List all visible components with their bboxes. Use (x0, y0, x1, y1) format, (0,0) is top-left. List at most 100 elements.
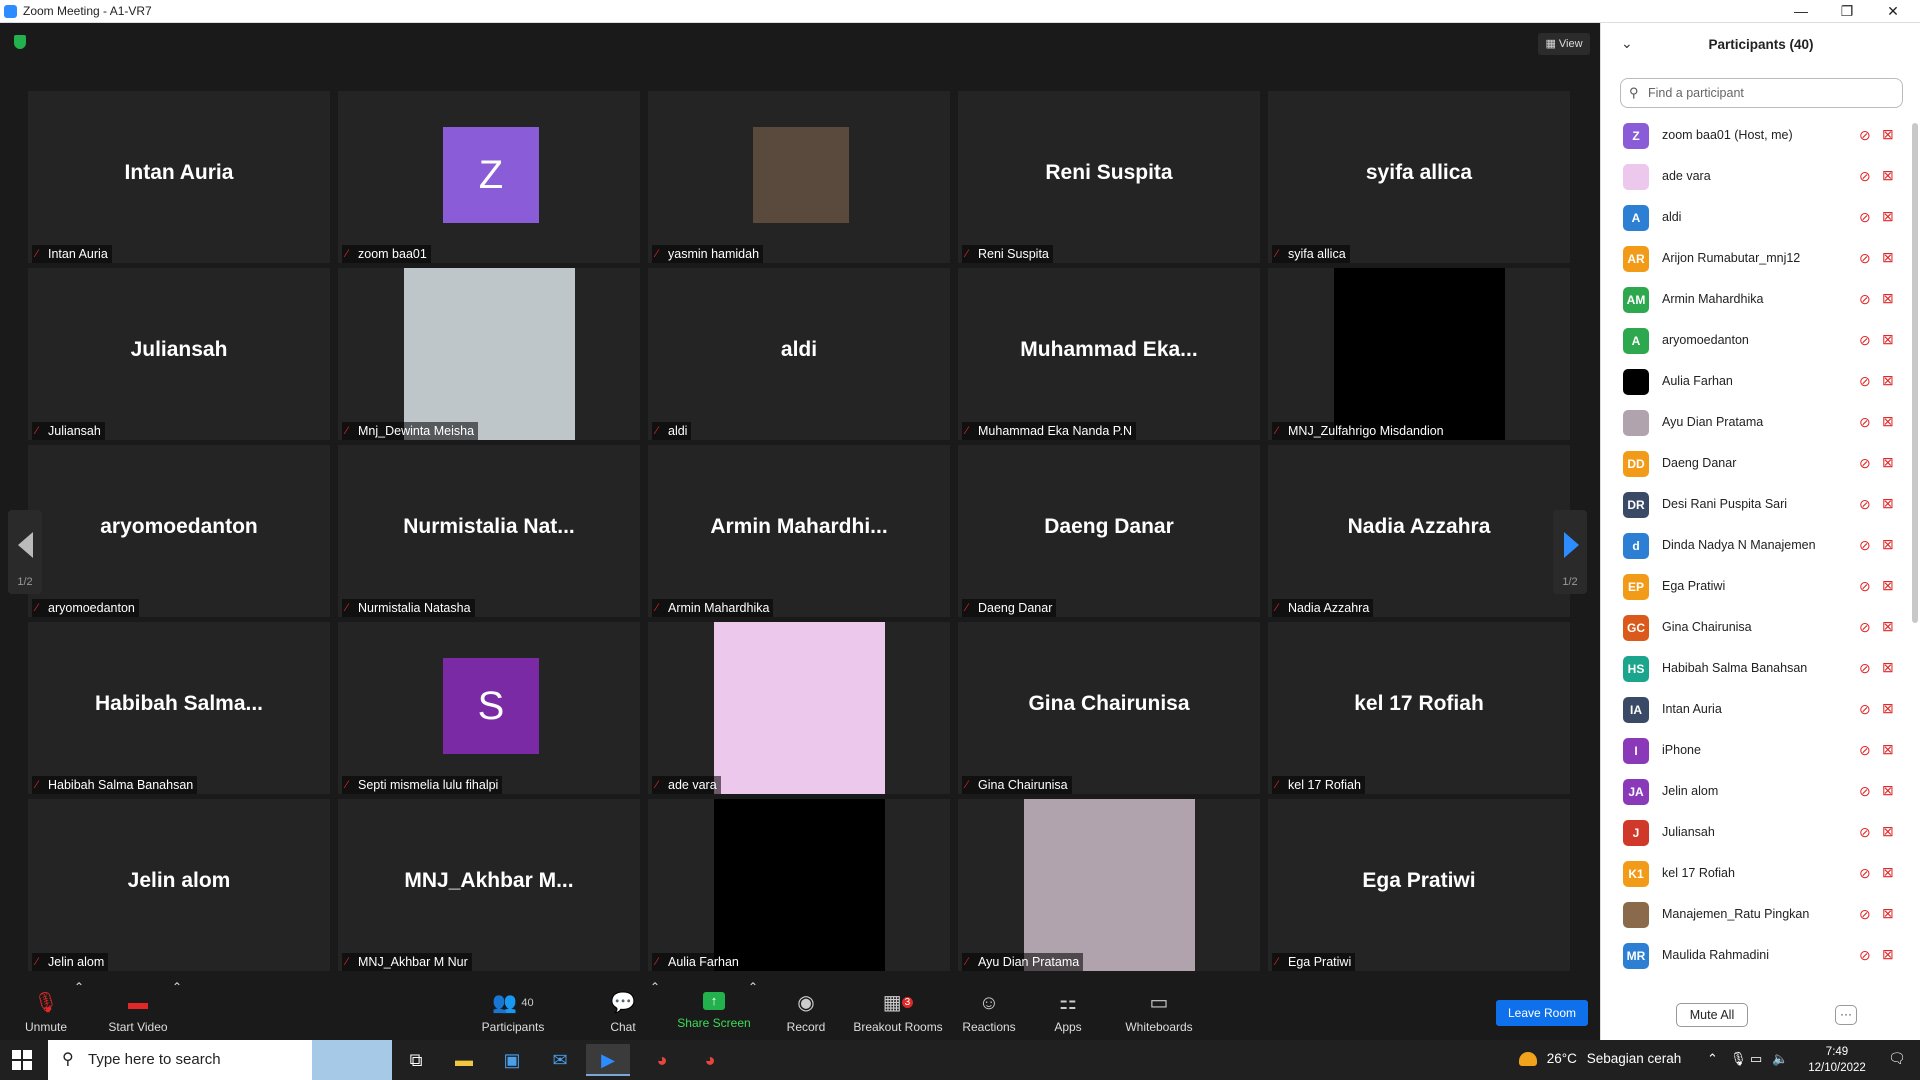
participant-video-tile[interactable]: ⁄ Aulia Farhan (648, 799, 950, 971)
mic-muted-icon: ⊘ (1859, 742, 1871, 758)
participant-video-tile[interactable]: Z ⁄ zoom baa01 (338, 91, 640, 263)
participant-row[interactable]: Ayu Dian Pratama ⊘ ⊠ (1601, 402, 1901, 443)
chat-button[interactable]: 💬 Chat (603, 980, 643, 1040)
participant-row[interactable]: Zzoom baa01 (Host, me) ⊘ ⊠ (1601, 115, 1901, 156)
record-button[interactable]: ◉ Record (780, 980, 832, 1040)
windows-start-icon[interactable] (12, 1050, 32, 1070)
view-button[interactable]: ▦ View (1538, 33, 1590, 55)
system-clock[interactable]: 7:49 12/10/2022 (1802, 1044, 1872, 1076)
participant-video-tile[interactable]: Muhammad Eka... ⁄ Muhammad Eka Nanda P.N (958, 268, 1260, 440)
participant-video-tile[interactable]: S ⁄ Septi mismelia lulu fihalpi (338, 622, 640, 794)
participant-video-tile[interactable]: Nadia Azzahra ⁄ Nadia Azzahra (1268, 445, 1570, 617)
reactions-button[interactable]: ☺ Reactions (958, 980, 1020, 1040)
start-video-button[interactable]: ▬ Start Video (102, 980, 174, 1040)
participant-list-scrollbar[interactable] (1912, 123, 1918, 623)
participant-video-tile[interactable]: Armin Mahardhi... ⁄ Armin Mahardhika (648, 445, 950, 617)
mic-muted-icon: ⊘ (1859, 537, 1871, 553)
close-window-button[interactable]: ✕ (1870, 0, 1916, 23)
participant-video-tile[interactable]: Intan Auria ⁄ Intan Auria (28, 91, 330, 263)
weather-widget[interactable]: 26°C Sebagian cerah (1519, 1051, 1681, 1067)
participant-video-tile[interactable]: syifa allica ⁄ syifa allica (1268, 91, 1570, 263)
participant-video-tile[interactable]: Nurmistalia Nat... ⁄ Nurmistalia Natasha (338, 445, 640, 617)
participant-row[interactable]: DR Desi Rani Puspita Sari ⊘ ⊠ (1601, 484, 1901, 525)
prev-page-button[interactable]: 1/2 (8, 510, 42, 594)
maximize-button[interactable]: ❐ (1824, 0, 1870, 23)
participant-video-tile[interactable]: aldi ⁄ aldi (648, 268, 950, 440)
taskbar-search-input[interactable]: ⚲ Type here to search (48, 1040, 392, 1080)
participant-row[interactable]: J Juliansah ⊘ ⊠ (1601, 812, 1901, 853)
apps-button[interactable]: ⚏ Apps (1048, 980, 1088, 1040)
participant-video-tile[interactable]: kel 17 Rofiah ⁄ kel 17 Rofiah (1268, 622, 1570, 794)
next-page-button[interactable]: 1/2 (1553, 510, 1587, 594)
record-label: Record (786, 1020, 826, 1034)
participant-search-input[interactable]: ⚲ Find a participant (1620, 78, 1903, 108)
participant-video-tile[interactable]: Ega Pratiwi ⁄ Ega Pratiwi (1268, 799, 1570, 971)
tile-name-label: ⁄ Intan Auria (32, 245, 112, 263)
share-screen-button[interactable]: ↑ Share Screen (676, 980, 752, 1040)
notifications-icon[interactable]: 🗨 (1888, 1050, 1906, 1067)
participant-row[interactable]: GC Gina Chairunisa ⊘ ⊠ (1601, 607, 1901, 648)
participant-row[interactable]: Aulia Farhan ⊘ ⊠ (1601, 361, 1901, 402)
chrome-profile-icon[interactable]: ◕ (688, 1044, 732, 1076)
apps-icon: ⚏ (1059, 992, 1077, 1014)
participant-row[interactable]: IA Intan Auria ⊘ ⊠ (1601, 689, 1901, 730)
microphone-icon[interactable]: 🎙 (1730, 1051, 1747, 1067)
unmute-button[interactable]: 🎙 Unmute (16, 980, 76, 1040)
breakout-rooms-button[interactable]: ▦ 3 Breakout Rooms (852, 980, 944, 1040)
participant-video-tile[interactable]: Gina Chairunisa ⁄ Gina Chairunisa (958, 622, 1260, 794)
volume-icon[interactable]: 🔈 (1772, 1051, 1788, 1067)
tile-display-name: Intan Auria (124, 161, 234, 184)
participant-video-tile[interactable]: MNJ_Akhbar M... ⁄ MNJ_Akhbar M Nur (338, 799, 640, 971)
mic-muted-icon: ⁄ (656, 425, 658, 437)
participant-video-tile[interactable]: Reni Suspita ⁄ Reni Suspita (958, 91, 1260, 263)
search-highlight-image (312, 1040, 392, 1080)
video-options-caret[interactable]: ⌃ (172, 980, 182, 1040)
encryption-shield-icon[interactable] (14, 35, 26, 49)
participant-video-tile[interactable]: ⁄ ade vara (648, 622, 950, 794)
participant-row[interactable]: K1 kel 17 Rofiah ⊘ ⊠ (1601, 853, 1901, 894)
task-view-icon[interactable]: ⧉ (394, 1044, 438, 1076)
mic-muted-icon: ⁄ (966, 956, 968, 968)
mail-icon[interactable]: ✉ (538, 1044, 582, 1076)
participant-row[interactable]: HS Habibah Salma Banahsan ⊘ ⊠ (1601, 648, 1901, 689)
chat-options-caret[interactable]: ⌃ (650, 980, 660, 1040)
participant-row[interactable]: Aaldi ⊘ ⊠ (1601, 197, 1901, 238)
participant-video-tile[interactable]: aryomoedanton ⁄ aryomoedanton (28, 445, 330, 617)
file-explorer-icon[interactable]: ▬ (442, 1044, 486, 1076)
participant-video-tile[interactable]: ⁄ yasmin hamidah (648, 91, 950, 263)
participant-row[interactable]: DD Daeng Danar ⊘ ⊠ (1601, 443, 1901, 484)
tray-chevron-up-icon[interactable]: ⌃ (1707, 1051, 1718, 1067)
participant-video-tile[interactable]: ⁄ MNJ_Zulfahrigo Misdandion (1268, 268, 1570, 440)
participant-row[interactable]: JA Jelin alom ⊘ ⊠ (1601, 771, 1901, 812)
participants-button[interactable]: 👥 40 Participants (478, 980, 548, 1040)
participant-row[interactable]: d Dinda Nadya N Manajemen ⊘ ⊠ (1601, 525, 1901, 566)
participant-row[interactable]: Aaryomoedanton ⊘ ⊠ (1601, 320, 1901, 361)
leave-room-button[interactable]: Leave Room (1496, 1000, 1588, 1026)
participant-video-tile[interactable]: ⁄ Ayu Dian Pratama (958, 799, 1260, 971)
participant-row[interactable]: EP Ega Pratiwi ⊘ ⊠ (1601, 566, 1901, 607)
microsoft-store-icon[interactable]: ▣ (490, 1044, 534, 1076)
participant-row[interactable]: IiPhone ⊘ ⊠ (1601, 730, 1901, 771)
zoom-taskbar-icon[interactable]: ▶ (586, 1044, 630, 1076)
chrome-icon[interactable]: ◕ (640, 1044, 684, 1076)
network-icon[interactable]: ▭ (1750, 1051, 1762, 1067)
participant-video-tile[interactable]: ⁄ Mnj_Dewinta Meisha (338, 268, 640, 440)
participant-video-tile[interactable]: Daeng Danar ⁄ Daeng Danar (958, 445, 1260, 617)
participant-video-tile[interactable]: Jelin alom ⁄ Jelin alom (28, 799, 330, 971)
audio-options-caret[interactable]: ⌃ (74, 980, 84, 1040)
share-options-caret[interactable]: ⌃ (748, 980, 758, 1040)
participant-row[interactable]: AR Arijon Rumabutar_mnj12 ⊘ ⊠ (1601, 238, 1901, 279)
participant-video-tile[interactable]: Juliansah ⁄ Juliansah (28, 268, 330, 440)
mic-muted-icon: ⁄ (346, 425, 348, 437)
participant-row[interactable]: ade vara ⊘ ⊠ (1601, 156, 1901, 197)
whiteboards-button[interactable]: ▭ Whiteboards (1120, 980, 1198, 1040)
minimize-button[interactable]: — (1778, 0, 1824, 23)
participant-row[interactable]: Manajemen_Ratu Pingkan ⊘ ⊠ (1601, 894, 1901, 935)
participant-row[interactable]: MR Maulida Rahmadini ⊘ ⊠ (1601, 935, 1901, 976)
tile-display-name: Muhammad Eka... (1020, 338, 1198, 361)
participant-row[interactable]: AM Armin Mahardhika ⊘ ⊠ (1601, 279, 1901, 320)
participant-video-tile[interactable]: Habibah Salma... ⁄ Habibah Salma Banahsan (28, 622, 330, 794)
participant-avatar: K1 (1623, 861, 1649, 887)
mute-all-button[interactable]: Mute All (1676, 1003, 1748, 1027)
more-options-button[interactable]: ··· (1835, 1005, 1857, 1025)
